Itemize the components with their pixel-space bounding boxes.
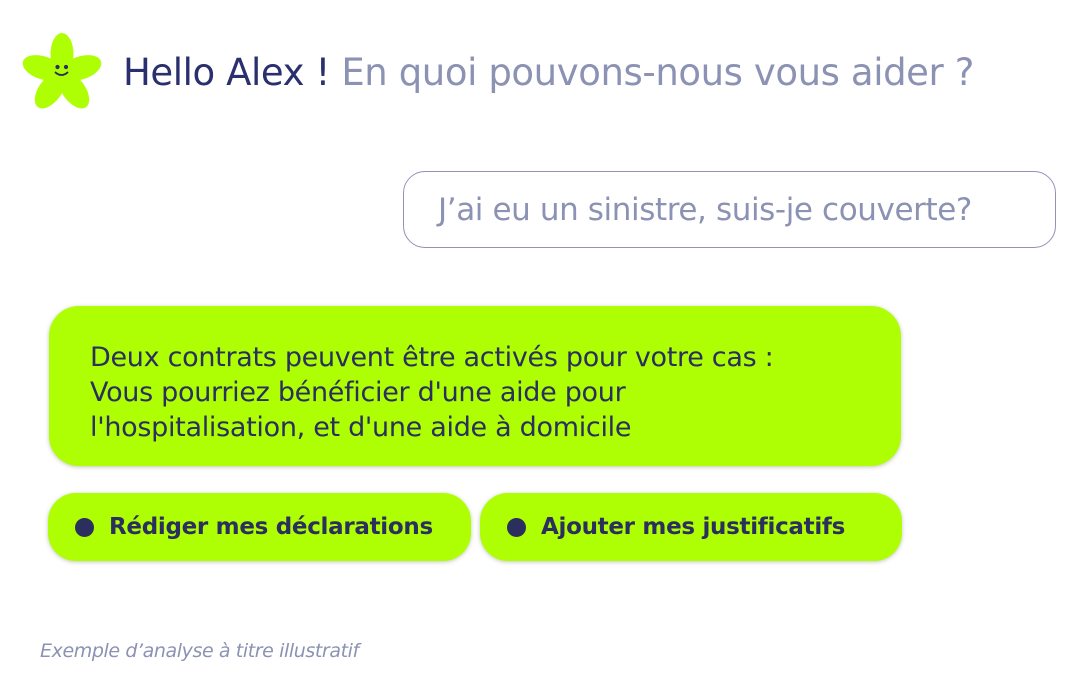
action-label: Ajouter mes justificatifs	[541, 514, 846, 540]
flower-mascot-icon	[22, 33, 102, 109]
action-label: Rédiger mes déclarations	[109, 514, 433, 540]
assistant-message-line: Vous pourriez bénéficier d'une aide pour	[90, 377, 626, 408]
disclaimer-text: Exemple d’analyse à titre illustratif	[40, 640, 359, 662]
write-declarations-button[interactable]: Rédiger mes déclarations	[48, 493, 471, 561]
assistant-message-line: l'hospitalisation, et d'une aide à domic…	[90, 412, 632, 443]
bullet-dot-icon	[507, 517, 526, 537]
greeting-text: Hello Alex !	[123, 51, 330, 94]
help-question-text: En quoi pouvons-nous vous aider ?	[341, 51, 974, 94]
assistant-screen: Hello Alex ! En quoi pouvons-nous vous a…	[0, 0, 1081, 689]
bullet-dot-icon	[75, 517, 94, 537]
page-title: Hello Alex ! En quoi pouvons-nous vous a…	[123, 48, 974, 98]
add-documents-button[interactable]: Ajouter mes justificatifs	[480, 493, 902, 561]
user-message-bubble: J’ai eu un sinistre, suis-je couverte?	[403, 171, 1056, 248]
assistant-message-bubble: Deux contrats peuvent être activés pour …	[49, 306, 901, 466]
assistant-message-line: Deux contrats peuvent être activés pour …	[90, 342, 774, 373]
